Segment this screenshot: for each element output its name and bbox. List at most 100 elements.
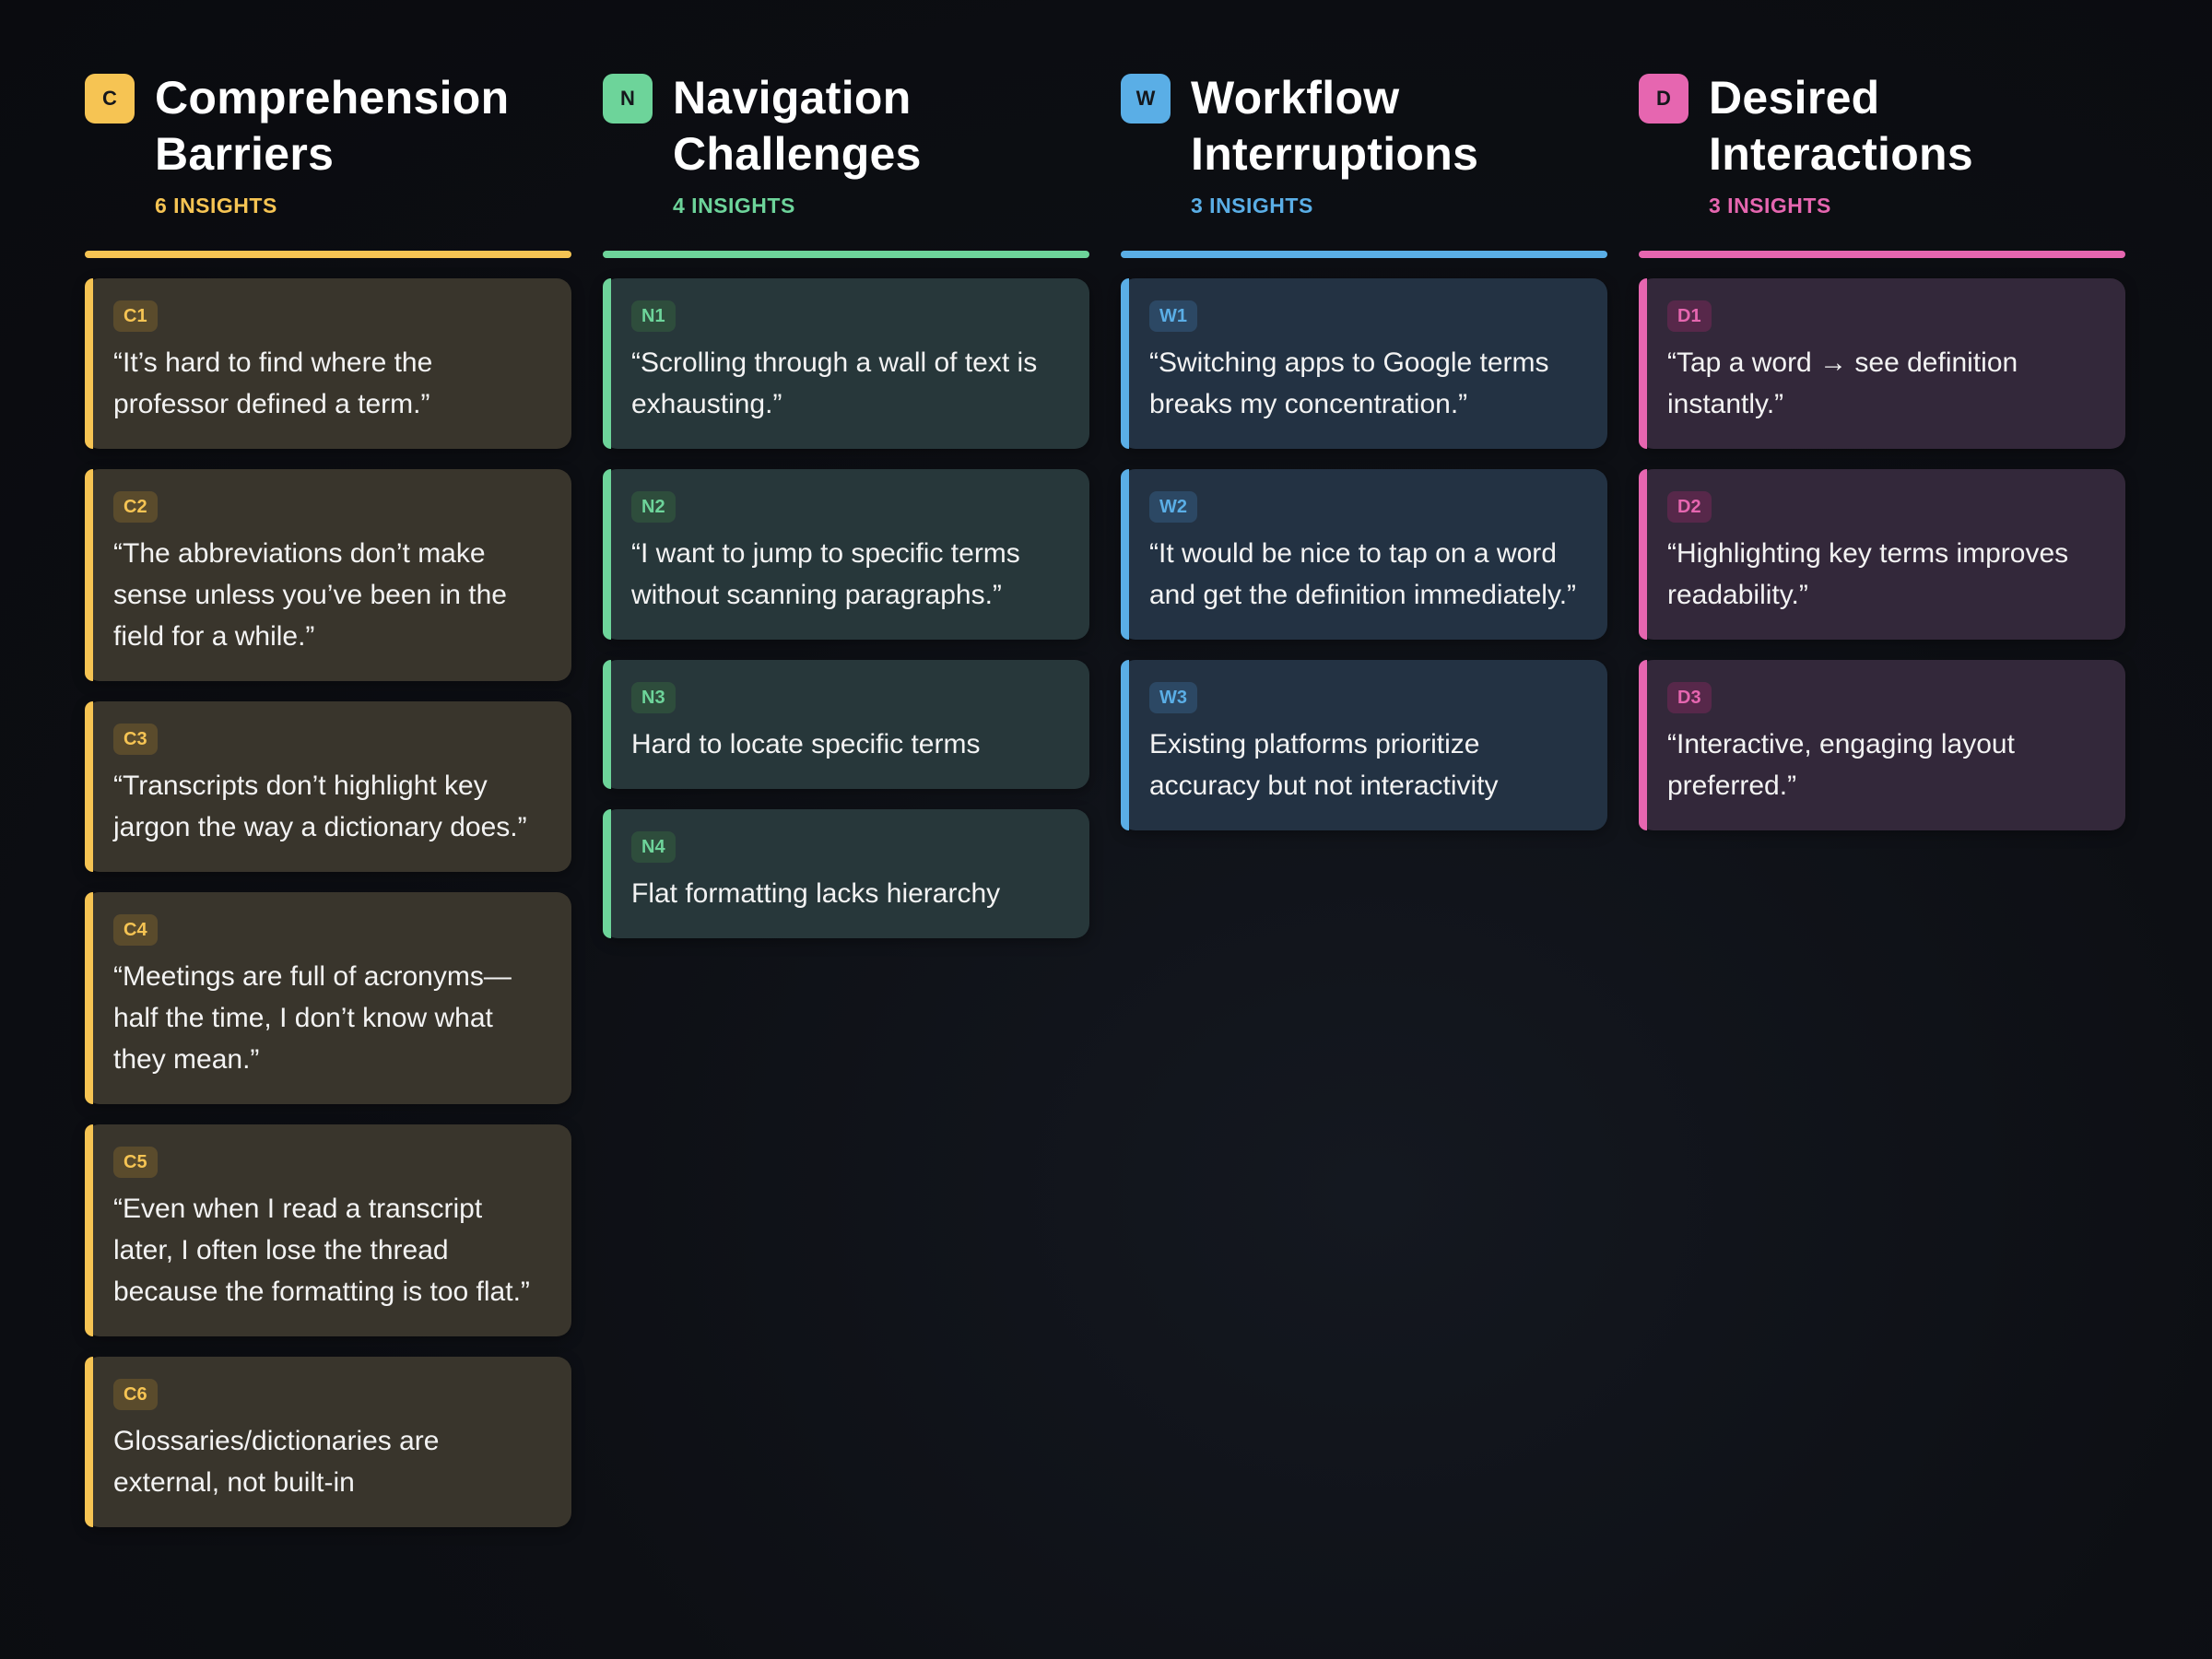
column-badge: W bbox=[1121, 74, 1171, 124]
card-text: “It would be nice to tap on a word and g… bbox=[1149, 538, 1577, 610]
card-accent-bar bbox=[85, 892, 93, 1104]
card-tag: N2 bbox=[631, 491, 676, 523]
card-tag: C1 bbox=[113, 300, 158, 332]
card-text: “The abbreviations don’t make sense unle… bbox=[113, 538, 507, 652]
card-text: “It’s hard to find where the professor d… bbox=[113, 347, 433, 419]
column-insight-count: 3 INSIGHTS bbox=[1191, 194, 1313, 218]
card-tag: D1 bbox=[1667, 300, 1712, 332]
column-badge: N bbox=[603, 74, 653, 124]
insight-card-c6[interactable]: C6 Glossaries/dictionaries are external, … bbox=[85, 1357, 571, 1527]
card-tag: N3 bbox=[631, 682, 676, 713]
card-tag: C6 bbox=[113, 1379, 158, 1410]
card-list: C1 “It’s hard to find where the professor… bbox=[85, 278, 571, 1527]
card-tag: C5 bbox=[113, 1147, 158, 1178]
insight-card-d2[interactable]: D2 “Highlighting key terms improves reada… bbox=[1639, 469, 2125, 640]
card-accent-bar bbox=[85, 469, 93, 681]
card-text: Existing platforms prioritize accuracy b… bbox=[1149, 729, 1499, 801]
card-accent-bar bbox=[85, 278, 93, 449]
insight-card-w1[interactable]: W1 “Switching apps to Google terms breaks… bbox=[1121, 278, 1607, 449]
column-header: W Workflow Interruptions 3 INSIGHTS bbox=[1121, 70, 1607, 232]
column-insight-count: 4 INSIGHTS bbox=[673, 194, 795, 218]
card-list: W1 “Switching apps to Google terms breaks… bbox=[1121, 278, 1607, 830]
insight-card-n3[interactable]: N3 Hard to locate specific terms bbox=[603, 660, 1089, 789]
column-title-line1: Workflow bbox=[1191, 72, 1400, 124]
card-accent-bar bbox=[603, 469, 611, 640]
column-title-line1: Comprehension bbox=[155, 72, 510, 124]
column-navigation-challenges: N Navigation Challenges 4 INSIGHTS N1 “Sc… bbox=[603, 70, 1089, 1527]
insight-card-c2[interactable]: C2 “The abbreviations don’t make sense un… bbox=[85, 469, 571, 681]
insight-card-d3[interactable]: D3 “Interactive, engaging layout preferre… bbox=[1639, 660, 2125, 830]
card-list: N1 “Scrolling through a wall of text is e… bbox=[603, 278, 1089, 938]
card-tag: C3 bbox=[113, 724, 158, 755]
card-tag: C4 bbox=[113, 914, 158, 946]
column-desired-interactions: D Desired Interactions 3 INSIGHTS D1 “Tap… bbox=[1639, 70, 2125, 1527]
column-title-line2: Barriers bbox=[155, 128, 335, 180]
card-tag: D2 bbox=[1667, 491, 1712, 523]
card-accent-bar bbox=[1121, 660, 1129, 830]
column-header: D Desired Interactions 3 INSIGHTS bbox=[1639, 70, 2125, 232]
card-list: D1 “Tap a word → see definition instantly… bbox=[1639, 278, 2125, 830]
card-tag: W2 bbox=[1149, 491, 1197, 523]
column-title: Navigation Challenges bbox=[673, 70, 922, 182]
card-tag: C2 bbox=[113, 491, 158, 523]
card-accent-bar bbox=[603, 809, 611, 938]
card-accent-bar bbox=[1639, 469, 1647, 640]
affinity-board: C Comprehension Barriers 6 INSIGHTS C1 “I… bbox=[85, 70, 2125, 1527]
column-title: Comprehension Barriers bbox=[155, 70, 510, 182]
card-accent-bar bbox=[85, 1357, 93, 1527]
column-divider bbox=[1639, 251, 2125, 258]
card-text: “Transcripts don’t highlight key jargon … bbox=[113, 771, 527, 842]
card-text: “Highlighting key terms improves readabi… bbox=[1667, 538, 2069, 610]
insight-card-n1[interactable]: N1 “Scrolling through a wall of text is e… bbox=[603, 278, 1089, 449]
card-text: “Even when I read a transcript later, I … bbox=[113, 1194, 530, 1307]
card-tag: D3 bbox=[1667, 682, 1712, 713]
insight-card-c1[interactable]: C1 “It’s hard to find where the professor… bbox=[85, 278, 571, 449]
column-header: N Navigation Challenges 4 INSIGHTS bbox=[603, 70, 1089, 232]
column-insight-count: 6 INSIGHTS bbox=[155, 194, 277, 218]
card-tag: W1 bbox=[1149, 300, 1197, 332]
column-title: Desired Interactions bbox=[1709, 70, 1973, 182]
card-accent-bar bbox=[603, 278, 611, 449]
insight-card-n2[interactable]: N2 “I want to jump to specific terms with… bbox=[603, 469, 1089, 640]
card-text: “Tap a word → see definition instantly.” bbox=[1667, 347, 2018, 419]
column-divider bbox=[85, 251, 571, 258]
column-divider bbox=[1121, 251, 1607, 258]
column-title-line2: Challenges bbox=[673, 128, 922, 180]
column-title-line1: Desired bbox=[1709, 72, 1880, 124]
column-workflow-interruptions: W Workflow Interruptions 3 INSIGHTS W1 “S… bbox=[1121, 70, 1607, 1527]
card-text: “I want to jump to specific terms withou… bbox=[631, 538, 1020, 610]
insight-card-c5[interactable]: C5 “Even when I read a transcript later, … bbox=[85, 1124, 571, 1336]
card-text: Hard to locate specific terms bbox=[631, 729, 981, 759]
column-badge: D bbox=[1639, 74, 1688, 124]
card-text: “Interactive, engaging layout preferred.… bbox=[1667, 729, 2015, 801]
card-accent-bar bbox=[1121, 278, 1129, 449]
column-insight-count: 3 INSIGHTS bbox=[1709, 194, 1831, 218]
column-header: C Comprehension Barriers 6 INSIGHTS bbox=[85, 70, 571, 232]
card-text: “Switching apps to Google terms breaks m… bbox=[1149, 347, 1549, 419]
insight-card-w2[interactable]: W2 “It would be nice to tap on a word and… bbox=[1121, 469, 1607, 640]
card-text: Glossaries/dictionaries are external, no… bbox=[113, 1426, 440, 1498]
insight-card-c4[interactable]: C4 “Meetings are full of acronyms—half th… bbox=[85, 892, 571, 1104]
card-accent-bar bbox=[85, 1124, 93, 1336]
card-text: Flat formatting lacks hierarchy bbox=[631, 878, 1001, 909]
card-text: “Meetings are full of acronyms—half the … bbox=[113, 961, 512, 1075]
column-badge: C bbox=[85, 74, 135, 124]
column-divider bbox=[603, 251, 1089, 258]
column-title-line2: Interruptions bbox=[1191, 128, 1479, 180]
card-tag: N1 bbox=[631, 300, 676, 332]
insight-card-n4[interactable]: N4 Flat formatting lacks hierarchy bbox=[603, 809, 1089, 938]
card-accent-bar bbox=[603, 660, 611, 789]
column-title: Workflow Interruptions bbox=[1191, 70, 1478, 182]
card-accent-bar bbox=[1121, 469, 1129, 640]
card-text: “Scrolling through a wall of text is exh… bbox=[631, 347, 1038, 419]
column-comprehension-barriers: C Comprehension Barriers 6 INSIGHTS C1 “I… bbox=[85, 70, 571, 1527]
column-title-line1: Navigation bbox=[673, 72, 912, 124]
insight-card-d1[interactable]: D1 “Tap a word → see definition instantly… bbox=[1639, 278, 2125, 449]
insight-card-w3[interactable]: W3 Existing platforms prioritize accuracy… bbox=[1121, 660, 1607, 830]
card-accent-bar bbox=[1639, 660, 1647, 830]
column-title-line2: Interactions bbox=[1709, 128, 1973, 180]
card-tag: W3 bbox=[1149, 682, 1197, 713]
card-tag: N4 bbox=[631, 831, 676, 863]
card-accent-bar bbox=[85, 701, 93, 872]
insight-card-c3[interactable]: C3 “Transcripts don’t highlight key jargo… bbox=[85, 701, 571, 872]
